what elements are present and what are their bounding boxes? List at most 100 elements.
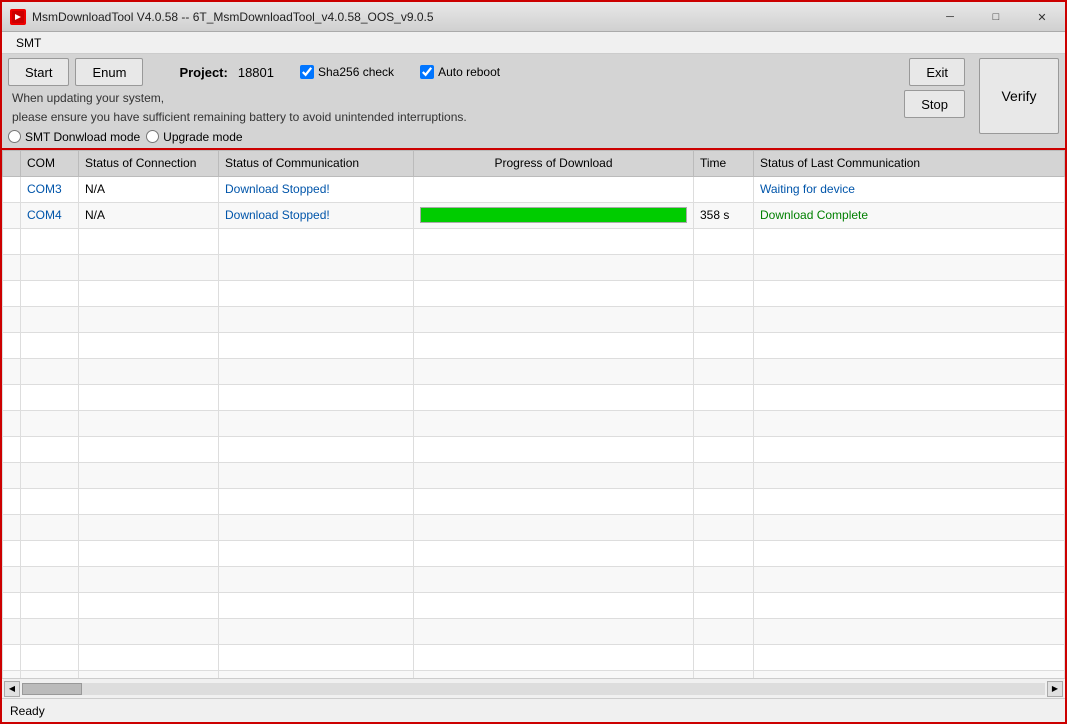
cell-empty [219, 254, 414, 280]
progress-bar-fill [421, 208, 686, 222]
table-row-empty [3, 540, 1065, 566]
cell-empty [3, 566, 21, 592]
table-row-empty [3, 306, 1065, 332]
scroll-track[interactable] [22, 683, 1045, 695]
cell-empty [79, 644, 219, 670]
upgrade-mode-label: Upgrade mode [163, 130, 242, 144]
sha256-checkbox[interactable] [300, 65, 314, 79]
auto-reboot-checkbox[interactable] [420, 65, 434, 79]
table-row-empty [3, 644, 1065, 670]
smt-mode-group[interactable]: SMT Donwload mode [8, 130, 140, 144]
cell-empty [694, 644, 754, 670]
cell-status-conn: N/A [79, 202, 219, 228]
cell-empty [754, 670, 1065, 678]
table-row-empty [3, 410, 1065, 436]
cell-empty [219, 358, 414, 384]
minimize-button[interactable]: ─ [927, 2, 973, 32]
cell-empty [219, 436, 414, 462]
cell-empty [3, 488, 21, 514]
scroll-right-arrow[interactable]: ▶ [1047, 681, 1063, 697]
cell-time [694, 176, 754, 202]
title-bar: MsmDownloadTool V4.0.58 -- 6T_MsmDownloa… [2, 2, 1065, 32]
table-row-empty [3, 228, 1065, 254]
cell-num [3, 176, 21, 202]
upgrade-mode-group[interactable]: Upgrade mode [146, 130, 242, 144]
cell-empty [414, 462, 694, 488]
cell-empty [21, 670, 79, 678]
scroll-left-arrow[interactable]: ◀ [4, 681, 20, 697]
horizontal-scrollbar[interactable]: ◀ ▶ [2, 678, 1065, 698]
cell-empty [414, 488, 694, 514]
cell-empty [21, 280, 79, 306]
smt-mode-radio[interactable] [8, 130, 21, 143]
cell-empty [79, 592, 219, 618]
cell-empty [694, 358, 754, 384]
cell-empty [754, 228, 1065, 254]
cell-empty [3, 358, 21, 384]
warning-text-line2: please ensure you have sufficient remain… [12, 109, 467, 126]
upgrade-mode-radio[interactable] [146, 130, 159, 143]
cell-empty [79, 228, 219, 254]
table-row-empty [3, 358, 1065, 384]
cell-empty [414, 358, 694, 384]
cell-empty [3, 462, 21, 488]
window-title: MsmDownloadTool V4.0.58 -- 6T_MsmDownloa… [32, 10, 434, 24]
cell-empty [79, 436, 219, 462]
cell-com: COM3 [21, 176, 79, 202]
cell-empty [219, 462, 414, 488]
cell-empty [414, 410, 694, 436]
cell-empty [3, 514, 21, 540]
sha256-check-group[interactable]: Sha256 check [300, 65, 394, 79]
table-row-empty [3, 280, 1065, 306]
cell-empty [3, 306, 21, 332]
menu-smt[interactable]: SMT [8, 34, 49, 52]
cell-empty [414, 306, 694, 332]
cell-empty [694, 514, 754, 540]
progress-bar-container [420, 207, 687, 223]
cell-empty [754, 436, 1065, 462]
table-row-empty [3, 592, 1065, 618]
cell-empty [754, 514, 1065, 540]
cell-empty [3, 280, 21, 306]
cell-empty [219, 332, 414, 358]
table-row-empty [3, 618, 1065, 644]
stop-button[interactable]: Stop [904, 90, 965, 118]
cell-progress [414, 202, 694, 228]
cell-empty [79, 618, 219, 644]
cell-empty [79, 306, 219, 332]
exit-button[interactable]: Exit [909, 58, 965, 86]
cell-empty [414, 566, 694, 592]
cell-empty [219, 306, 414, 332]
cell-status-comm: Download Stopped! [219, 202, 414, 228]
cell-empty [754, 566, 1065, 592]
auto-reboot-group[interactable]: Auto reboot [420, 65, 500, 79]
cell-empty [21, 488, 79, 514]
project-value: 18801 [238, 65, 274, 80]
scroll-thumb[interactable] [22, 683, 82, 695]
cell-status-last: Waiting for device [754, 176, 1065, 202]
close-button[interactable]: ✕ [1019, 2, 1065, 32]
cell-empty [3, 436, 21, 462]
cell-empty [414, 592, 694, 618]
verify-button[interactable]: Verify [979, 58, 1059, 134]
enum-button[interactable]: Enum [75, 58, 143, 86]
status-bar: Ready [2, 698, 1065, 722]
cell-empty [79, 566, 219, 592]
cell-empty [219, 592, 414, 618]
cell-empty [694, 332, 754, 358]
cell-empty [79, 410, 219, 436]
cell-empty [754, 358, 1065, 384]
cell-empty [79, 670, 219, 678]
cell-empty [694, 254, 754, 280]
cell-empty [754, 592, 1065, 618]
cell-empty [219, 670, 414, 678]
cell-empty [754, 488, 1065, 514]
restore-button[interactable]: □ [973, 2, 1019, 32]
cell-empty [754, 332, 1065, 358]
project-label: Project: [179, 65, 227, 80]
col-header-com: COM [21, 150, 79, 176]
cell-empty [694, 592, 754, 618]
start-button[interactable]: Start [8, 58, 69, 86]
menu-bar: SMT [2, 32, 1065, 54]
toolbar-row-3: SMT Donwload mode Upgrade mode [8, 130, 965, 144]
